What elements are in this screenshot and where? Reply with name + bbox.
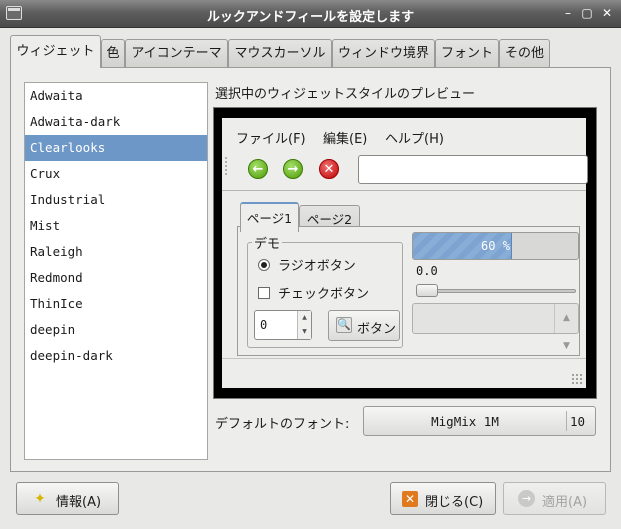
toolbar-grip[interactable] xyxy=(224,156,228,176)
menu-edit[interactable]: 編集(E) xyxy=(323,128,367,147)
font-size: 10 xyxy=(570,414,586,429)
theme-list[interactable]: Adwaita Adwaita-dark Clearlooks Crux Industr… xyxy=(24,82,208,460)
theme-item[interactable]: Redmond xyxy=(25,265,207,291)
about-button[interactable]: ✦ 情報(A) xyxy=(16,482,119,515)
theme-item[interactable]: Clearlooks xyxy=(25,135,207,161)
resize-grip-icon[interactable] xyxy=(571,373,583,385)
theme-item[interactable]: deepin-dark xyxy=(25,343,207,369)
window-title: ルックアンドフィールを設定します xyxy=(206,10,415,25)
tab-other[interactable]: その他 xyxy=(499,39,550,67)
spin-value: 0 xyxy=(260,318,268,332)
demo-checkbox-label[interactable]: チェックボタン xyxy=(278,283,369,302)
theme-item[interactable]: deepin xyxy=(25,317,207,343)
spin-arrows-icon[interactable]: ▲ ▼ xyxy=(297,311,311,339)
preview-window: ファイル(F) 編集(E) ヘルプ(H) ← → ✕ ページ1 ページ2 デモ … xyxy=(222,118,588,388)
demo-button[interactable]: 🔍 ボタン xyxy=(328,310,400,341)
menu-help[interactable]: ヘルプ(H) xyxy=(385,128,444,147)
tab-window-border[interactable]: ウィンドウ境界 xyxy=(332,39,435,67)
close-button[interactable]: ✕ 閉じる(C) xyxy=(390,482,496,515)
font-separator xyxy=(566,411,567,431)
apply-button-label: 適用(A) xyxy=(542,495,588,510)
close-window-button[interactable]: ✕ xyxy=(598,4,616,22)
apply-button[interactable]: → 適用(A) xyxy=(503,482,606,515)
demo-button-label: ボタン xyxy=(357,322,397,337)
scale-trough[interactable] xyxy=(416,289,576,293)
theme-item[interactable]: Industrial xyxy=(25,187,207,213)
about-button-label: 情報(A) xyxy=(56,495,102,510)
apply-arrow-icon: → xyxy=(518,490,535,507)
go-forward-icon[interactable]: → xyxy=(283,159,303,179)
font-select-button[interactable]: MigMix 1M 10 xyxy=(363,406,596,436)
demo-frame-label: デモ xyxy=(252,233,283,252)
demo-checkbox[interactable] xyxy=(258,287,270,299)
default-font-label: デフォルトのフォント: xyxy=(215,417,350,432)
menu-file[interactable]: ファイル(F) xyxy=(236,128,306,147)
theme-item[interactable]: ThinIce xyxy=(25,291,207,317)
close-icon: ✕ xyxy=(402,491,418,507)
preview-label: 選択中のウィジェットスタイルのプレビュー xyxy=(215,87,476,102)
title-bar[interactable]: ルックアンドフィールを設定します – ▢ ✕ xyxy=(0,0,621,28)
preview-frame: ファイル(F) 編集(E) ヘルプ(H) ← → ✕ ページ1 ページ2 デモ … xyxy=(213,107,597,399)
progress-text: 60 % xyxy=(481,239,510,253)
demo-radio[interactable] xyxy=(258,259,270,271)
theme-item[interactable]: Adwaita xyxy=(25,83,207,109)
tab-mouse-cursor[interactable]: マウスカーソル xyxy=(228,39,332,67)
theme-item[interactable]: Crux xyxy=(25,161,207,187)
demo-combobox[interactable]: ▲ ▼ xyxy=(412,303,579,351)
toolbar-entry[interactable] xyxy=(358,155,588,184)
demo-progressbar: 60 % xyxy=(412,232,579,260)
magnifier-icon: 🔍 xyxy=(336,317,352,333)
demo-radio-label[interactable]: ラジオボタン xyxy=(278,255,356,274)
font-name: MigMix 1M xyxy=(431,414,499,429)
preview-statusbar xyxy=(222,358,586,388)
close-button-label: 閉じる(C) xyxy=(425,495,484,510)
combo-arrows-icon[interactable]: ▲ ▼ xyxy=(554,304,578,351)
tab-widget[interactable]: ウィジェット xyxy=(10,35,101,68)
star-icon: ✦ xyxy=(34,491,46,507)
theme-item[interactable]: Raleigh xyxy=(25,239,207,265)
tab-color[interactable]: 色 xyxy=(101,39,125,67)
scale-value: 0.0 xyxy=(416,264,438,278)
minimize-button[interactable]: – xyxy=(559,4,577,22)
demo-spinbutton[interactable]: 0 ▲ ▼ xyxy=(254,310,312,340)
tab-page1[interactable]: ページ1 xyxy=(240,202,299,232)
theme-item[interactable]: Adwaita-dark xyxy=(25,109,207,135)
theme-item[interactable]: Mist xyxy=(25,213,207,239)
stop-icon[interactable]: ✕ xyxy=(319,159,339,179)
scale-thumb[interactable] xyxy=(416,284,438,297)
maximize-button[interactable]: ▢ xyxy=(578,4,596,22)
tab-icon-theme[interactable]: アイコンテーマ xyxy=(125,39,228,67)
tab-font[interactable]: フォント xyxy=(435,39,499,67)
go-back-icon[interactable]: ← xyxy=(248,159,268,179)
